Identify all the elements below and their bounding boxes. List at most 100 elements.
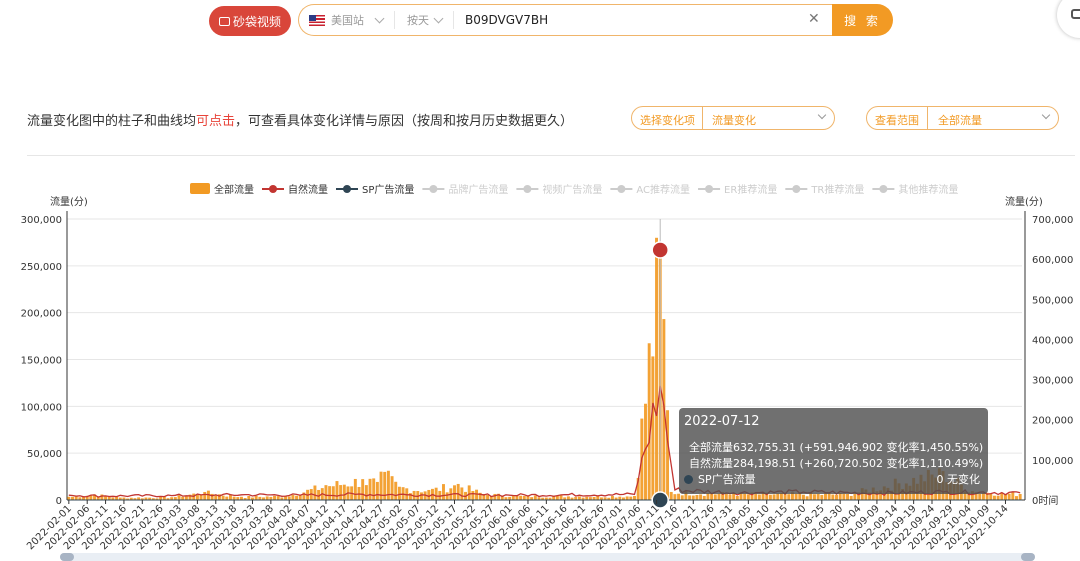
y-tick-label: 250,000: [21, 262, 62, 273]
bar-total: [772, 494, 776, 500]
bar-total: [533, 495, 537, 500]
bar-total: [199, 495, 203, 500]
y-right-tick-label: 100,000: [1032, 456, 1073, 467]
bar-total: [353, 478, 357, 500]
legend-marker: [523, 185, 532, 193]
bar-total: [633, 495, 636, 500]
bar-total: [655, 237, 658, 501]
bar-total: [386, 470, 390, 500]
bar-total: [328, 486, 332, 500]
bar-total: [456, 483, 460, 500]
bar-total: [992, 495, 996, 500]
y-right-tick-label: 0时间: [1032, 494, 1058, 507]
legend-item: SP广告流量: [362, 183, 414, 196]
bar-total: [820, 494, 824, 500]
bar-total: [566, 496, 570, 500]
bar-total: [214, 495, 218, 500]
bar-total: [735, 495, 739, 500]
bar-total: [434, 487, 438, 500]
bar-total: [460, 487, 464, 500]
bar-total: [842, 493, 846, 500]
bar-total: [1015, 496, 1018, 500]
chart-zoom-scrollbar[interactable]: [60, 553, 1035, 561]
bar-total: [467, 485, 471, 500]
bar-total: [846, 493, 849, 500]
y-tick-label: 100,000: [21, 402, 62, 413]
bar-total: [754, 493, 758, 500]
legend-marker: [429, 185, 438, 193]
bar-total: [691, 495, 695, 500]
bar-total: [989, 493, 993, 500]
y-tick-label: 150,000: [21, 356, 62, 367]
bar-total: [445, 492, 449, 500]
legend-item: 视频广告流量: [542, 183, 602, 196]
bar-total: [324, 485, 328, 500]
legend-item: AC推荐流量: [636, 183, 690, 196]
bar-total: [853, 493, 857, 500]
tooltip-series-value: 632,755.31 (+591,946.902 变化率1,450.55%): [733, 441, 984, 454]
bar-total: [835, 494, 838, 500]
bar-total: [816, 493, 820, 500]
bar-total: [677, 493, 681, 500]
bar-total: [372, 478, 376, 500]
bar-total: [713, 494, 717, 500]
tooltip-series-name: 自然流量: [689, 457, 733, 470]
bar-total: [375, 481, 379, 500]
bar-total: [710, 494, 714, 500]
bar-total: [313, 485, 317, 500]
legend-marker: [343, 185, 351, 193]
tooltip-series-name: 全部流量: [689, 441, 733, 454]
bar-total: [225, 496, 229, 500]
tooltip-row-total: 全部流量 632,755.31 (+591,946.902 变化率1,450.5…: [684, 439, 983, 455]
bar-total: [728, 494, 732, 500]
bar-total: [559, 495, 563, 500]
y-right-tick-label: 200,000: [1032, 416, 1073, 427]
bar-total: [335, 481, 339, 500]
bar-total: [74, 496, 78, 500]
legend-marker: [269, 185, 277, 193]
bar-total: [471, 491, 475, 500]
bar-total: [629, 496, 633, 500]
tooltip-row-natural: 自然流量 284,198.51 (+260,720.502 变化率1,110.4…: [684, 455, 983, 471]
bar-total: [368, 478, 372, 500]
bar-total: [680, 495, 684, 500]
y-tick-label: 0: [56, 496, 62, 507]
highlight-point-natural: [651, 241, 669, 259]
bar-total: [787, 494, 791, 500]
bar-total: [618, 496, 622, 500]
bar-total: [827, 493, 831, 500]
legend-marker: [705, 185, 714, 193]
tooltip-series-name: SP广告流量: [698, 473, 756, 486]
bar-total: [1018, 493, 1022, 500]
bar-total: [699, 494, 703, 500]
bar-total: [397, 486, 401, 500]
bar-total: [273, 495, 276, 500]
y-right-tick-label: 600,000: [1032, 255, 1073, 266]
y-tick-label: 200,000: [21, 309, 62, 320]
bar-total: [442, 484, 445, 500]
bar-total: [695, 494, 699, 500]
bar-total: [519, 495, 523, 500]
chart-tooltip: 2022-07-12 全部流量 632,755.31 (+591,946.902…: [679, 408, 988, 494]
bar-total: [295, 495, 299, 500]
bar-total: [813, 494, 816, 500]
bar-total: [475, 489, 479, 500]
bar-total: [394, 481, 398, 500]
bar-total: [291, 494, 295, 500]
bar-total: [339, 485, 343, 500]
bar-total: [1007, 493, 1011, 500]
bar-total: [647, 343, 651, 500]
bar-total: [342, 484, 346, 500]
bar-total: [717, 493, 721, 500]
y-tick-label: 50,000: [27, 449, 62, 460]
bar-total: [427, 489, 431, 500]
bar-total: [824, 493, 827, 500]
bar-total: [798, 493, 802, 500]
legend-marker: [617, 185, 626, 193]
bar-total: [801, 494, 805, 500]
bar-total: [651, 356, 655, 500]
legend-item: 其他推荐流量: [898, 183, 958, 196]
bar-total: [746, 494, 750, 500]
bar-total: [702, 495, 706, 500]
bar-total: [577, 496, 581, 500]
